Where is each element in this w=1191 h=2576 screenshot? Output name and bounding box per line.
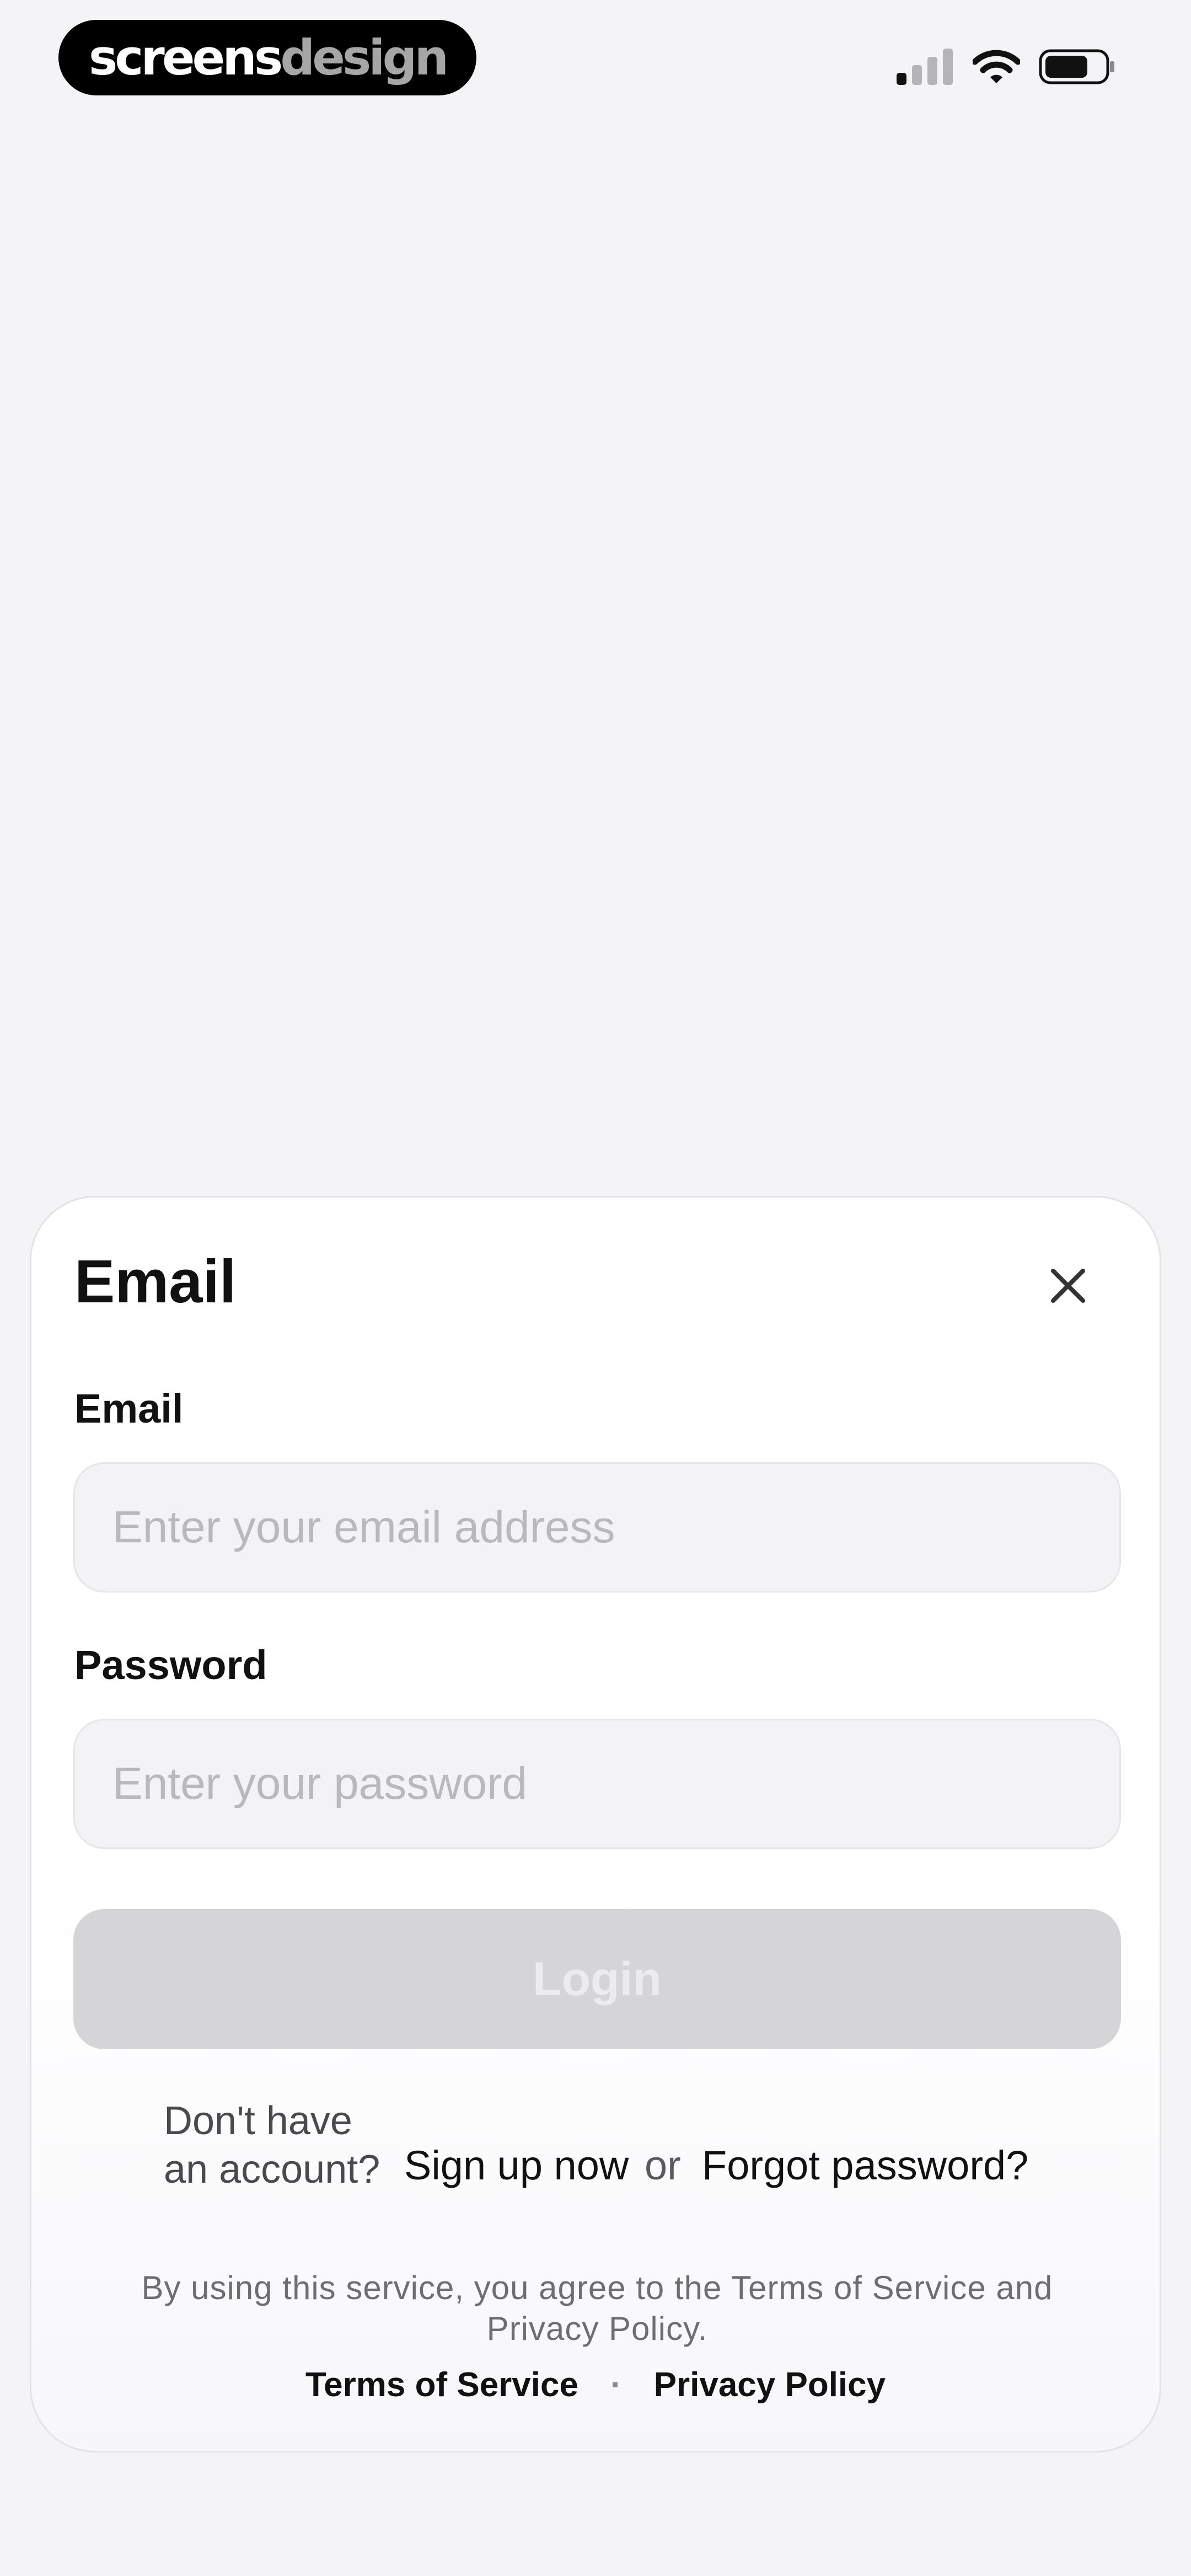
logo-text-design: design (280, 29, 449, 86)
terms-of-service-link[interactable]: Terms of Service (305, 2368, 578, 2402)
battery-icon (1039, 49, 1114, 84)
or-text: or (645, 2142, 681, 2188)
close-icon (1051, 1269, 1085, 1303)
footer-links: Terms of Service · Privacy Policy (31, 2368, 1160, 2402)
legal-notice-line-2: Privacy Policy. (486, 2310, 708, 2347)
password-label: Password (74, 1642, 267, 1688)
account-prompt: Don't have an account? (164, 2097, 406, 2194)
email-label: Email (74, 1386, 184, 1431)
legal-notice: By using this service, you agree to the … (87, 2268, 1108, 2349)
status-bar-icons (897, 45, 1116, 88)
footer-separator: · (610, 2366, 622, 2404)
legal-notice-line-1: By using this service, you agree to the … (141, 2269, 1053, 2306)
logo-text-screens: screens (88, 29, 283, 86)
password-input[interactable] (73, 1719, 1121, 1849)
signal-icon (897, 49, 953, 85)
sign-up-link[interactable]: Sign up now (404, 2145, 629, 2186)
wifi-icon (973, 50, 1020, 83)
privacy-policy-link[interactable]: Privacy Policy (654, 2368, 886, 2402)
sheet-title: Email (74, 1248, 237, 1316)
account-prompt-line-1: Don't have (164, 2099, 352, 2143)
forgot-password-link[interactable]: Forgot password? (702, 2145, 1028, 2186)
account-prompt-line-2: an account? (164, 2147, 380, 2192)
email-login-sheet: Email Email Password Login Don't have an… (30, 1196, 1161, 2452)
email-input[interactable] (73, 1462, 1121, 1592)
screensdesign-logo: screens design (58, 20, 476, 95)
login-button[interactable]: Login (73, 1909, 1121, 2049)
close-button[interactable] (1046, 1264, 1090, 1308)
